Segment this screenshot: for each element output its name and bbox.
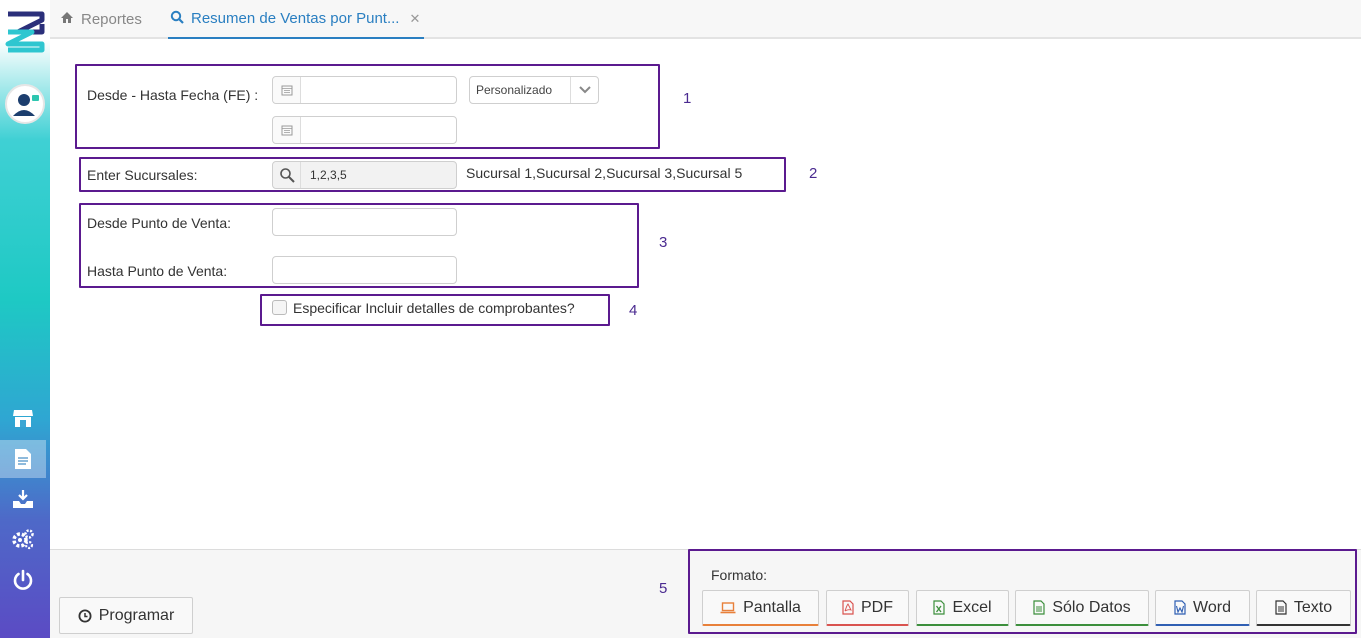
word-file-icon xyxy=(1174,600,1186,615)
store-icon[interactable] xyxy=(0,399,46,437)
programar-label: Programar xyxy=(98,606,175,624)
period-select[interactable]: Personalizado xyxy=(469,76,599,104)
pantalla-button[interactable]: Pantalla xyxy=(702,590,819,626)
lookup-search-icon[interactable] xyxy=(273,162,301,188)
text-file-icon xyxy=(1275,600,1287,615)
texto-button[interactable]: Texto xyxy=(1256,590,1351,626)
sucursales-description: Sucursal 1,Sucursal 2,Sucursal 3,Sucursa… xyxy=(466,165,743,181)
annotation-number: 2 xyxy=(809,165,818,182)
pdf-label: PDF xyxy=(861,598,893,616)
texto-label: Texto xyxy=(1293,598,1333,616)
chevron-down-icon xyxy=(570,77,598,103)
tab-label: Reportes xyxy=(81,11,142,28)
detalles-label: Especificar Incluir detalles de comproba… xyxy=(293,300,575,316)
annotation-number: 4 xyxy=(629,302,638,319)
tab-resumen-ventas[interactable]: Resumen de Ventas por Punt... ✕ xyxy=(168,0,425,39)
period-select-value: Personalizado xyxy=(476,83,553,97)
sidebar xyxy=(0,0,50,638)
home-icon xyxy=(60,11,74,28)
hasta-punto-field[interactable] xyxy=(272,256,457,284)
close-tab-icon[interactable]: ✕ xyxy=(409,11,420,27)
report-file-icon[interactable] xyxy=(0,440,46,478)
pantalla-label: Pantalla xyxy=(743,598,801,616)
desde-punto-label: Desde Punto de Venta: xyxy=(87,215,231,231)
detalles-checkbox[interactable] xyxy=(272,300,287,315)
fecha-desde-field[interactable] xyxy=(272,76,457,104)
word-button[interactable]: Word xyxy=(1155,590,1250,626)
fecha-hasta-field[interactable] xyxy=(272,116,457,144)
data-file-icon xyxy=(1033,600,1045,615)
search-icon xyxy=(170,10,184,28)
excel-button[interactable]: Excel xyxy=(916,590,1009,626)
download-inbox-icon[interactable] xyxy=(0,480,46,518)
fecha-label: Desde - Hasta Fecha (FE) : xyxy=(87,87,259,103)
word-label: Word xyxy=(1193,598,1231,616)
settings-gears-icon[interactable] xyxy=(0,520,46,558)
calendar-icon[interactable] xyxy=(273,77,301,103)
power-icon[interactable] xyxy=(0,561,46,599)
sucursales-field[interactable]: 1,2,3,5 xyxy=(272,161,457,189)
pdf-file-icon xyxy=(842,600,854,615)
calendar-icon[interactable] xyxy=(273,117,301,143)
tab-label: Resumen de Ventas por Punt... xyxy=(191,10,400,27)
formato-label: Formato: xyxy=(711,567,768,583)
annotation-number: 1 xyxy=(683,90,692,107)
sucursales-value: 1,2,3,5 xyxy=(310,168,347,182)
annotation-number: 5 xyxy=(659,580,668,597)
excel-file-icon xyxy=(933,600,946,615)
user-avatar[interactable] xyxy=(5,84,45,124)
sucursales-label: Enter Sucursales: xyxy=(87,167,198,183)
programar-button[interactable]: Programar xyxy=(59,597,193,634)
hasta-punto-label: Hasta Punto de Venta: xyxy=(87,263,228,279)
desde-punto-field[interactable] xyxy=(272,208,457,236)
solo-datos-label: Sólo Datos xyxy=(1052,598,1131,616)
app-logo[interactable] xyxy=(4,10,46,54)
tab-bar: Reportes Resumen de Ventas por Punt... ✕ xyxy=(50,0,1361,39)
excel-label: Excel xyxy=(952,598,992,616)
clock-icon xyxy=(78,609,92,623)
annotation-number: 3 xyxy=(659,234,668,251)
tab-reportes[interactable]: Reportes xyxy=(60,0,142,39)
pdf-button[interactable]: PDF xyxy=(826,590,909,626)
solo-datos-button[interactable]: Sólo Datos xyxy=(1015,590,1149,626)
laptop-icon xyxy=(720,601,736,614)
